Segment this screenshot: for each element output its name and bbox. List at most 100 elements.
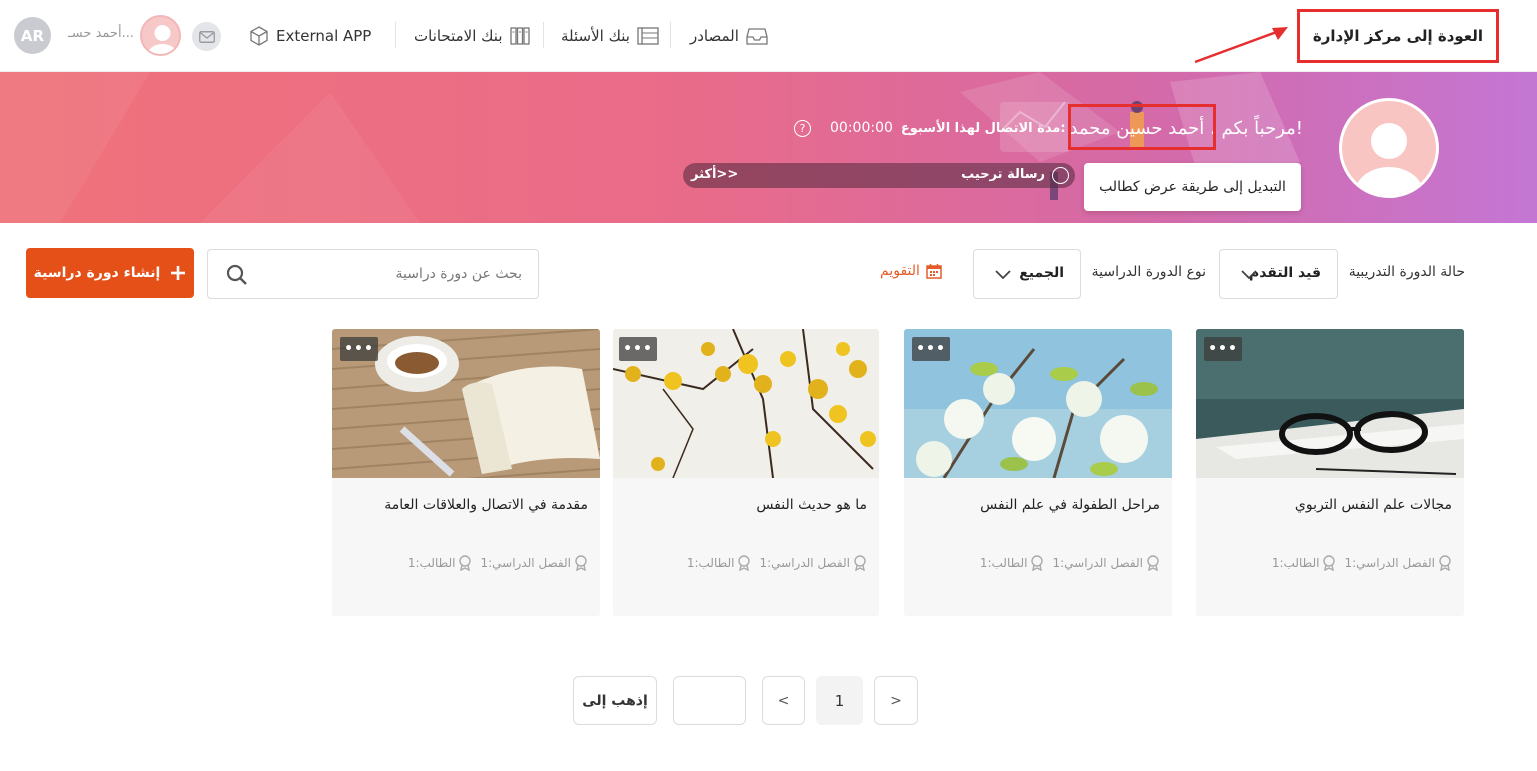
duration-value: 00:00:00 bbox=[830, 120, 893, 136]
cube-icon bbox=[250, 26, 268, 46]
chevron-down-icon bbox=[995, 270, 1011, 280]
course-more-button[interactable]: ••• bbox=[340, 337, 378, 361]
help-icon[interactable]: ? bbox=[794, 120, 811, 137]
nav-external-app-label: External APP bbox=[276, 27, 372, 45]
banner-illustration bbox=[0, 72, 1300, 223]
course-card[interactable]: ••• ما هو حديث النفس الفصل الدراسي:1 الط… bbox=[613, 329, 879, 616]
class-count: الفصل الدراسي:1 bbox=[1344, 555, 1452, 571]
course-title[interactable]: مجالات علم النفس التربوي bbox=[1295, 497, 1452, 513]
course-type-select[interactable]: الجميع bbox=[973, 249, 1081, 299]
welcome-banner: مرحباً بكم ، أحمد حسين محمد! 00:00:00 مد… bbox=[0, 72, 1537, 223]
student-count-label: الطالب:1 bbox=[686, 556, 735, 570]
user-silhouette-icon bbox=[147, 25, 178, 54]
calendar-label: التقويم bbox=[880, 263, 920, 279]
student-count-label: الطالب:1 bbox=[1271, 556, 1320, 570]
nav-question-bank[interactable]: بنك الأسئلة bbox=[561, 24, 660, 48]
red-arrow-annotation bbox=[1194, 27, 1288, 64]
question-bank-icon bbox=[637, 27, 659, 45]
course-title[interactable]: مقدمة في الاتصال والعلاقات العامة bbox=[384, 497, 588, 513]
class-count-label: الفصل الدراسي:1 bbox=[1052, 556, 1143, 570]
create-course-label: إنشاء دورة دراسية bbox=[33, 265, 161, 281]
calendar-link[interactable]: التقويم bbox=[880, 263, 942, 279]
course-search-box bbox=[207, 249, 539, 299]
pager-prev-button[interactable]: < bbox=[762, 676, 805, 725]
student-count-label: الطالب:1 bbox=[407, 556, 456, 570]
calendar-icon bbox=[926, 264, 942, 279]
course-title[interactable]: مراحل الطفولة في علم النفس bbox=[980, 497, 1160, 513]
class-count: الفصل الدراسي:1 bbox=[480, 555, 588, 571]
nav-exam-bank-label: بنك الامتحانات bbox=[414, 27, 503, 45]
switch-to-student-view-tooltip[interactable]: التبديل إلى طريقة عرض كطالب bbox=[1084, 163, 1301, 211]
course-card[interactable]: ••• مراحل الطفولة في علم النفس الفصل الد… bbox=[904, 329, 1172, 616]
nav-divider bbox=[670, 22, 671, 48]
award-icon bbox=[1031, 555, 1044, 571]
class-count-label: الفصل الدراسي:1 bbox=[759, 556, 850, 570]
course-card[interactable]: ••• مجالات علم النفس التربوي الفصل الدرا… bbox=[1196, 329, 1464, 616]
course-status-label: حالة الدورة التدريبية bbox=[1348, 264, 1465, 280]
pager-goto-button[interactable]: إذهب إلى bbox=[573, 676, 657, 725]
exam-bank-icon bbox=[509, 27, 530, 45]
award-icon bbox=[1323, 555, 1336, 571]
award-icon bbox=[459, 555, 472, 571]
chevron-down-icon bbox=[1241, 270, 1257, 280]
profile-avatar[interactable] bbox=[1339, 98, 1439, 198]
course-status-select[interactable]: قيد التقدم bbox=[1219, 249, 1338, 299]
name-highlight-annotation bbox=[1068, 104, 1216, 150]
pager-current-page[interactable]: 1 bbox=[816, 676, 863, 725]
welcome-message-bar[interactable]: أكثر>> رسالة ترحيب bbox=[683, 163, 1075, 188]
course-stats: الفصل الدراسي:1 الطالب:1 bbox=[687, 555, 867, 571]
top-navigation-bar: AR أحمد حسـ... External APP بنك الامتحان… bbox=[0, 0, 1537, 72]
class-count-label: الفصل الدراسي:1 bbox=[1344, 556, 1435, 570]
search-icon[interactable] bbox=[226, 264, 248, 286]
timer-icon bbox=[1052, 167, 1069, 184]
class-count-label: الفصل الدراسي:1 bbox=[480, 556, 571, 570]
mail-icon bbox=[198, 30, 215, 43]
course-title[interactable]: ما هو حديث النفس bbox=[756, 497, 867, 513]
award-icon bbox=[575, 555, 587, 571]
student-count-label: الطالب:1 bbox=[979, 556, 1028, 570]
course-type-value: الجميع bbox=[1019, 265, 1064, 281]
course-more-button[interactable]: ••• bbox=[1204, 337, 1242, 361]
student-count: الطالب:1 bbox=[1272, 555, 1337, 571]
award-icon bbox=[1439, 555, 1451, 571]
user-photo-avatar[interactable] bbox=[140, 15, 181, 56]
student-count: الطالب:1 bbox=[980, 555, 1045, 571]
nav-resources[interactable]: المصادر bbox=[690, 24, 769, 48]
award-icon bbox=[1147, 555, 1159, 571]
award-icon bbox=[738, 555, 751, 571]
nav-external-app[interactable]: External APP bbox=[248, 24, 371, 48]
course-card[interactable]: ••• مقدمة في الاتصال والعلاقات العامة ال… bbox=[332, 329, 600, 616]
course-stats: الفصل الدراسي:1 الطالب:1 bbox=[1272, 555, 1452, 571]
course-type-label: نوع الدورة الدراسية bbox=[1091, 264, 1206, 280]
course-stats: الفصل الدراسي:1 الطالب:1 bbox=[408, 555, 588, 571]
nav-resources-label: المصادر bbox=[690, 27, 739, 45]
nav-divider bbox=[395, 22, 396, 48]
mail-button[interactable] bbox=[192, 22, 221, 51]
pager-goto-input[interactable] bbox=[673, 676, 746, 725]
student-count: الطالب:1 bbox=[687, 555, 752, 571]
pager-next-button[interactable]: > bbox=[874, 676, 918, 725]
nav-divider bbox=[543, 22, 544, 48]
course-status-value: قيد التقدم bbox=[1248, 265, 1321, 281]
course-search-input[interactable] bbox=[252, 263, 522, 285]
connection-duration: 00:00:00 مدة الاتصال لهذا الأسبوع: bbox=[830, 120, 1066, 136]
course-stats: الفصل الدراسي:1 الطالب:1 bbox=[980, 555, 1160, 571]
award-icon bbox=[854, 555, 866, 571]
student-count: الطالب:1 bbox=[408, 555, 473, 571]
create-course-button[interactable]: إنشاء دورة دراسية bbox=[26, 248, 194, 298]
plus-icon bbox=[171, 266, 186, 280]
nav-question-bank-label: بنك الأسئلة bbox=[561, 27, 630, 45]
back-to-admin-center-button[interactable]: العودة إلى مركز الإدارة bbox=[1297, 9, 1499, 63]
nav-exam-bank[interactable]: بنك الامتحانات bbox=[414, 24, 531, 48]
duration-label: مدة الاتصال لهذا الأسبوع: bbox=[900, 120, 1066, 136]
welcome-message-label: رسالة ترحيب bbox=[961, 167, 1045, 182]
course-more-button[interactable]: ••• bbox=[912, 337, 950, 361]
more-link[interactable]: أكثر>> bbox=[691, 167, 738, 182]
inbox-icon bbox=[746, 28, 768, 45]
course-more-button[interactable]: ••• bbox=[619, 337, 657, 361]
class-count: الفصل الدراسي:1 bbox=[759, 555, 867, 571]
user-name[interactable]: أحمد حسـ... bbox=[68, 26, 134, 41]
user-silhouette-icon bbox=[1355, 123, 1423, 195]
user-initials-avatar[interactable]: AR bbox=[14, 17, 51, 54]
class-count: الفصل الدراسي:1 bbox=[1052, 555, 1160, 571]
